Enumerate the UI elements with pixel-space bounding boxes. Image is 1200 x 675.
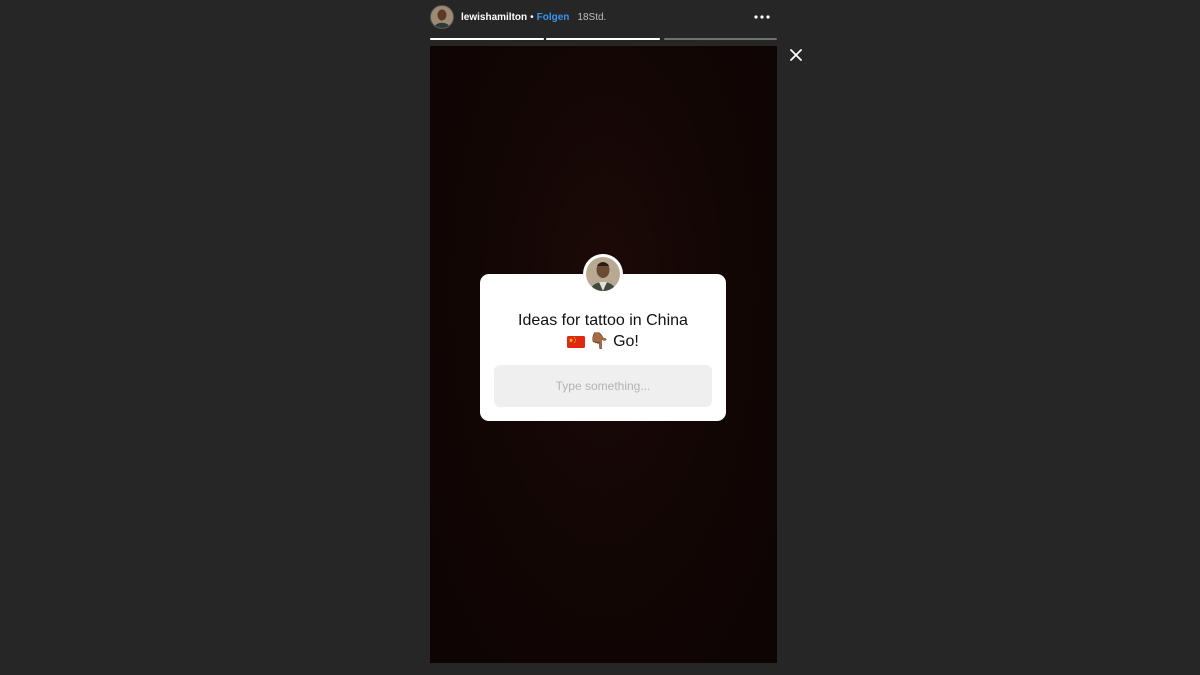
story-header: lewishamilton • Folgen 18Std. <box>430 4 777 30</box>
sticker-avatar <box>583 254 623 294</box>
separator-dot: • <box>530 11 534 23</box>
user-avatar[interactable] <box>430 5 454 29</box>
progress-segment <box>664 38 777 40</box>
pointing-down-emoji: 👇🏾 <box>589 333 610 350</box>
question-sticker: Ideas for tattoo in China 👇🏾 Go! <box>480 274 726 421</box>
story-media[interactable]: Ideas for tattoo in China 👇🏾 Go! <box>430 46 777 663</box>
avatar-photo-icon <box>431 6 453 28</box>
avatar-photo-icon <box>586 257 620 291</box>
question-title-go: Go! <box>613 333 639 350</box>
post-time: 18Std. <box>577 11 607 23</box>
close-icon <box>790 49 802 61</box>
follow-button[interactable]: Folgen <box>537 12 570 23</box>
more-horizontal-icon <box>754 15 770 19</box>
progress-segment <box>546 38 660 40</box>
progress-fill <box>546 38 660 40</box>
question-title-line1: Ideas for tattoo in China <box>518 312 688 329</box>
progress-fill <box>430 38 544 40</box>
username-link[interactable]: lewishamilton <box>461 12 527 23</box>
progress-segment <box>430 38 544 40</box>
answer-input[interactable] <box>494 365 712 407</box>
question-title: Ideas for tattoo in China 👇🏾 Go! <box>480 310 726 352</box>
more-options-button[interactable] <box>753 8 771 26</box>
story-progress-bar <box>430 38 777 40</box>
close-button[interactable] <box>786 45 806 65</box>
china-flag-icon <box>567 335 586 348</box>
story-viewer: lewishamilton • Folgen 18Std. Ideas for … <box>0 0 1200 675</box>
